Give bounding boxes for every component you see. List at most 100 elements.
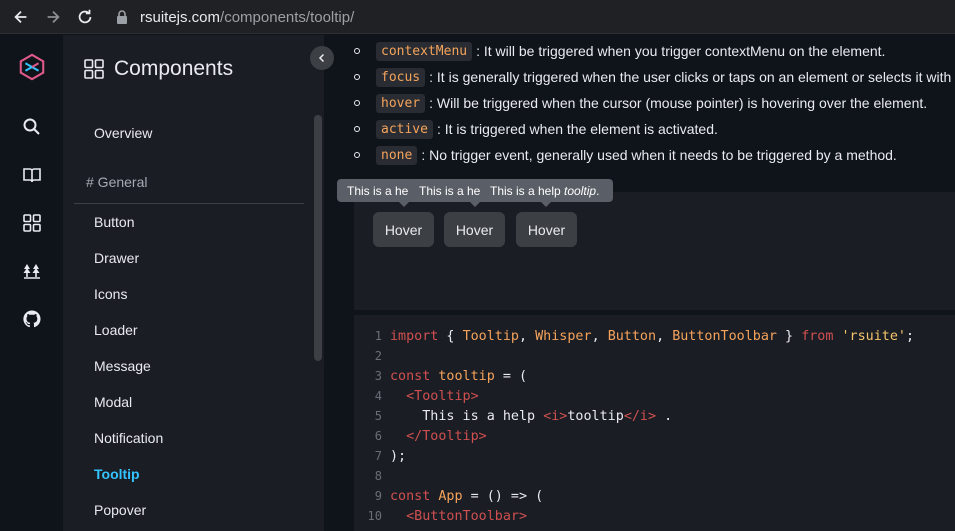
search-icon[interactable] [20,115,44,139]
list-item: none: No trigger event, generally used w… [354,142,955,168]
keyword: import [390,328,439,344]
string: 'rsuite' [841,328,907,344]
address-bar[interactable]: rsuitejs.com/components/tooltip/ [110,5,955,29]
tooltip-italic: tooltip [564,183,597,198]
sidebar-item-popover[interactable]: Popover [94,502,146,518]
identifier: Button [607,328,657,344]
hover-button[interactable]: Hover [444,212,505,247]
tooltip-popup: This is a help tooltip . [480,179,613,202]
line-number: 5 [374,409,382,423]
keyword: const [390,368,431,384]
chevron-left-icon [318,53,325,63]
list-item-text: : It is generally triggered when the use… [429,69,955,85]
code-text: , [656,328,673,344]
code-line: 3 const tooltip = ( [354,366,527,386]
components-grid-icon [84,59,104,79]
collapse-sidebar-button[interactable] [310,46,334,70]
sidebar-item-modal[interactable]: Modal [94,394,132,410]
line-number: 9 [374,489,382,503]
list-item-text: : Will be triggered when the cursor (mou… [429,95,928,111]
github-icon[interactable] [20,307,44,331]
forward-button[interactable] [42,6,64,28]
sidebar-item-tooltip[interactable]: Tooltip [94,466,140,482]
code-text: ; [906,328,915,344]
code-text: ); [390,448,407,464]
hover-button[interactable]: Hover [516,212,577,247]
tooltip-popup: This is a he [409,179,489,202]
components-grid-icon[interactable] [20,211,44,235]
line-number: 8 [374,469,382,483]
code-line: 10 <ButtonToolbar> [354,506,528,526]
sidebar-item-loader[interactable]: Loader [94,322,138,338]
trigger-list: contextMenu: It will be triggered when y… [354,38,955,168]
code-line: 8 [354,466,390,486]
identifier: Whisper [535,328,592,344]
book-icon[interactable] [20,163,44,187]
identifier: ButtonToolbar [672,328,777,344]
inline-code: contextMenu [376,41,473,61]
sidebar-item-icons[interactable]: Icons [94,286,127,302]
keyword: const [390,488,431,504]
back-button[interactable] [10,6,32,28]
url-domain: rsuitejs.com [140,8,221,26]
url-path: /components/tooltip/ [220,8,355,26]
tooltip-popup: This is a he [337,179,417,202]
reload-icon [78,9,92,23]
hover-button[interactable]: Hover [373,212,434,247]
tooltip-arrow [399,202,409,207]
sidebar-scrollbar[interactable] [314,115,322,361]
tooltip-arrow [541,202,551,207]
sidebar-header: Components [84,57,233,81]
bullet [354,126,360,132]
code-line: 4 <Tooltip> [354,386,479,406]
list-item: focus: It is generally triggered when th… [354,64,955,90]
inline-code: active [376,119,433,139]
line-number: 7 [374,449,382,463]
code-line: 5 This is a help <i> tooltip </i> . [354,406,672,426]
inline-code: focus [376,67,426,87]
inline-code: none [376,145,418,165]
url: rsuitejs.com/components/tooltip/ [140,9,354,26]
sidebar-item-overview[interactable]: Overview [94,125,152,141]
jsx-tag: </i> [623,408,657,424]
bullet [354,74,360,80]
code-line: 6 </Tooltip> [354,426,487,446]
arrow-left-icon [14,10,27,23]
code-text: = ( [494,368,528,384]
tooltip-text: This is a he [347,183,409,198]
sidebar-item-notification[interactable]: Notification [94,430,163,446]
sidebar-item-drawer[interactable]: Drawer [94,250,139,266]
components-sidebar: Components Overview # General Button Dra… [64,35,324,531]
code-line: 9 const App = () => ( [354,486,543,506]
identifier: App [430,488,463,504]
code-line: 2 [354,346,390,366]
main-content: contextMenu: It will be triggered when y… [324,35,955,531]
code-text: , [591,328,608,344]
jsx-tag: <ButtonToolbar> [390,508,528,524]
code-block: 1 import { Tooltip, Whisper, Button, But… [354,315,955,531]
reload-button[interactable] [74,6,96,28]
ecosystem-trees-icon[interactable] [20,259,44,283]
list-item-text: : No trigger event, generally used when … [421,147,897,163]
tooltip-end: . [596,183,600,198]
line-number: 10 [367,509,382,523]
code-line: 1 import { Tooltip, Whisper, Button, But… [354,326,914,346]
code-line: 7 ); [354,446,406,466]
sidebar-item-message[interactable]: Message [94,358,151,374]
code-text: . [656,408,673,424]
sidebar-item-button[interactable]: Button [94,214,134,230]
jsx-tag: <i> [543,408,568,424]
sidebar-divider [74,203,304,204]
lock-icon [117,10,127,24]
jsx-tag: <Tooltip> [390,388,479,404]
code-text: , [519,328,536,344]
line-number: 3 [374,369,382,383]
list-item-text: : It is triggered when the element is ac… [436,121,718,137]
rsuite-logo-icon[interactable] [16,51,48,83]
inline-code: hover [376,93,426,113]
browser-toolbar: rsuitejs.com/components/tooltip/ [0,0,955,34]
keyword: from [801,328,834,344]
list-item: active: It is triggered when the element… [354,116,955,142]
sidebar-group-general: # General [86,174,148,190]
